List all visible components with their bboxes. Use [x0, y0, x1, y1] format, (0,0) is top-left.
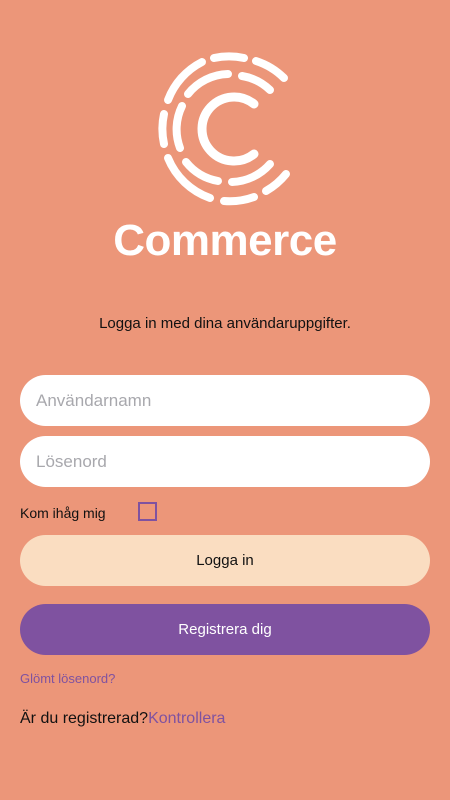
remember-me-checkbox[interactable]	[138, 502, 157, 521]
remember-me-label: Kom ihåg mig	[20, 505, 106, 521]
check-registration-link[interactable]: Kontrollera	[148, 710, 225, 727]
brand-name: Commerce	[113, 216, 337, 265]
commerce-logo-icon	[158, 52, 290, 206]
login-subtitle: Logga in med dina användaruppgifter.	[99, 315, 351, 332]
registered-question: Är du registrerad?	[20, 710, 149, 727]
login-button[interactable]: Logga in	[20, 535, 430, 586]
registered-prompt: Är du registrerad?Kontrollera	[20, 709, 225, 729]
password-input[interactable]	[20, 436, 430, 487]
forgot-password-link[interactable]: Glömt lösenord?	[20, 671, 115, 687]
register-button[interactable]: Registrera dig	[20, 604, 430, 655]
username-input[interactable]	[20, 375, 430, 426]
